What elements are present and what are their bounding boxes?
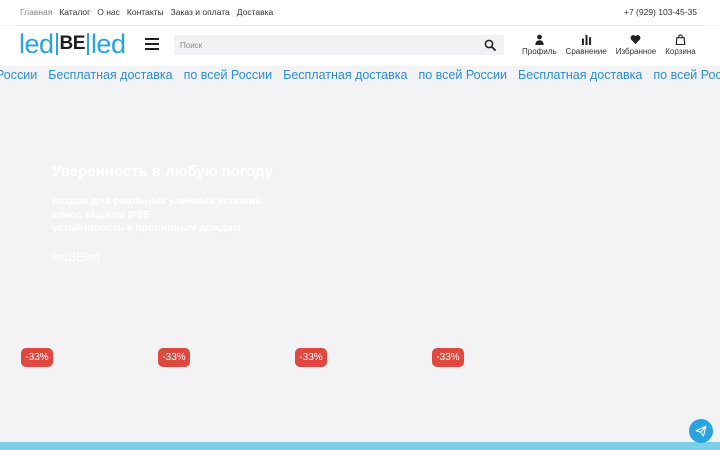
compare-label: Сравнение	[565, 47, 607, 56]
logo[interactable]: led BE led	[19, 28, 126, 59]
nav-contacts[interactable]: Контакты	[127, 7, 164, 17]
nav-catalog[interactable]: Каталог	[59, 7, 90, 17]
compare-icon	[581, 34, 591, 45]
marquee-item: по всей России	[653, 68, 720, 82]
phone-link[interactable]: +7 (929) 103-45-35	[624, 7, 697, 17]
send-icon	[695, 425, 707, 437]
search-box	[174, 35, 504, 55]
top-bar: Главная Каталог О нас Контакты Заказ и о…	[0, 0, 720, 25]
cart-label: Корзина	[665, 47, 696, 56]
discount-badge: -33%	[432, 348, 464, 367]
favorites-button[interactable]: Избранное	[615, 34, 657, 56]
discount-badge: -33%	[295, 348, 327, 367]
cart-button[interactable]: Корзина	[665, 34, 696, 56]
nav-about[interactable]: О нас	[97, 7, 120, 17]
logo-middle: BE	[55, 33, 89, 55]
marquee-item: Бесплатная доставка	[48, 68, 173, 82]
favorites-label: Избранное	[615, 47, 657, 56]
user-icon	[535, 34, 544, 45]
compare-button[interactable]: Сравнение	[566, 34, 607, 56]
top-nav: Главная Каталог О нас Контакты Заказ и о…	[20, 7, 273, 17]
nav-home[interactable]: Главная	[20, 7, 52, 17]
search-icon[interactable]	[484, 39, 496, 51]
logo-left: led	[19, 28, 54, 59]
discount-badge: -33%	[158, 348, 190, 367]
marquee-item: по всей России	[418, 68, 508, 82]
logo-right: led	[90, 28, 126, 59]
hero-description: создан для реальных уличных условий: кла…	[52, 195, 265, 236]
profile-button[interactable]: Профиль	[522, 34, 557, 56]
marquee-item: Бесплатная доставка	[518, 68, 643, 82]
hero-brand: ledBEled	[52, 250, 101, 264]
hero-line: создан для реальных уличных условий:	[52, 195, 265, 207]
hero-line: класс защиты IP65	[52, 208, 150, 221]
marquee-item: Бесплатная доставка	[283, 68, 408, 82]
nav-order-payment[interactable]: Заказ и оплата	[171, 7, 230, 17]
marquee-item: по всей России	[183, 68, 273, 82]
telegram-button[interactable]	[689, 419, 713, 443]
search-input[interactable]	[174, 35, 474, 55]
profile-label: Профиль	[522, 47, 557, 56]
hero-line: устойчивость к проливным дождям	[52, 222, 241, 234]
bottom-bar	[0, 442, 720, 450]
nav-delivery[interactable]: Доставка	[237, 7, 274, 17]
discount-badge: -33%	[21, 348, 53, 367]
hero-title: Уверенность в любую погоду	[52, 163, 273, 180]
marquee-item: России	[0, 68, 38, 82]
menu-icon[interactable]	[145, 38, 159, 50]
bag-icon	[675, 34, 686, 45]
header: led BE led Профиль Сравнение	[0, 26, 720, 66]
header-actions: Профиль Сравнение Избранное Корзина	[522, 34, 705, 56]
heart-icon	[631, 35, 641, 45]
promo-marquee: России Бесплатная доставка по всей Росси…	[0, 67, 720, 84]
